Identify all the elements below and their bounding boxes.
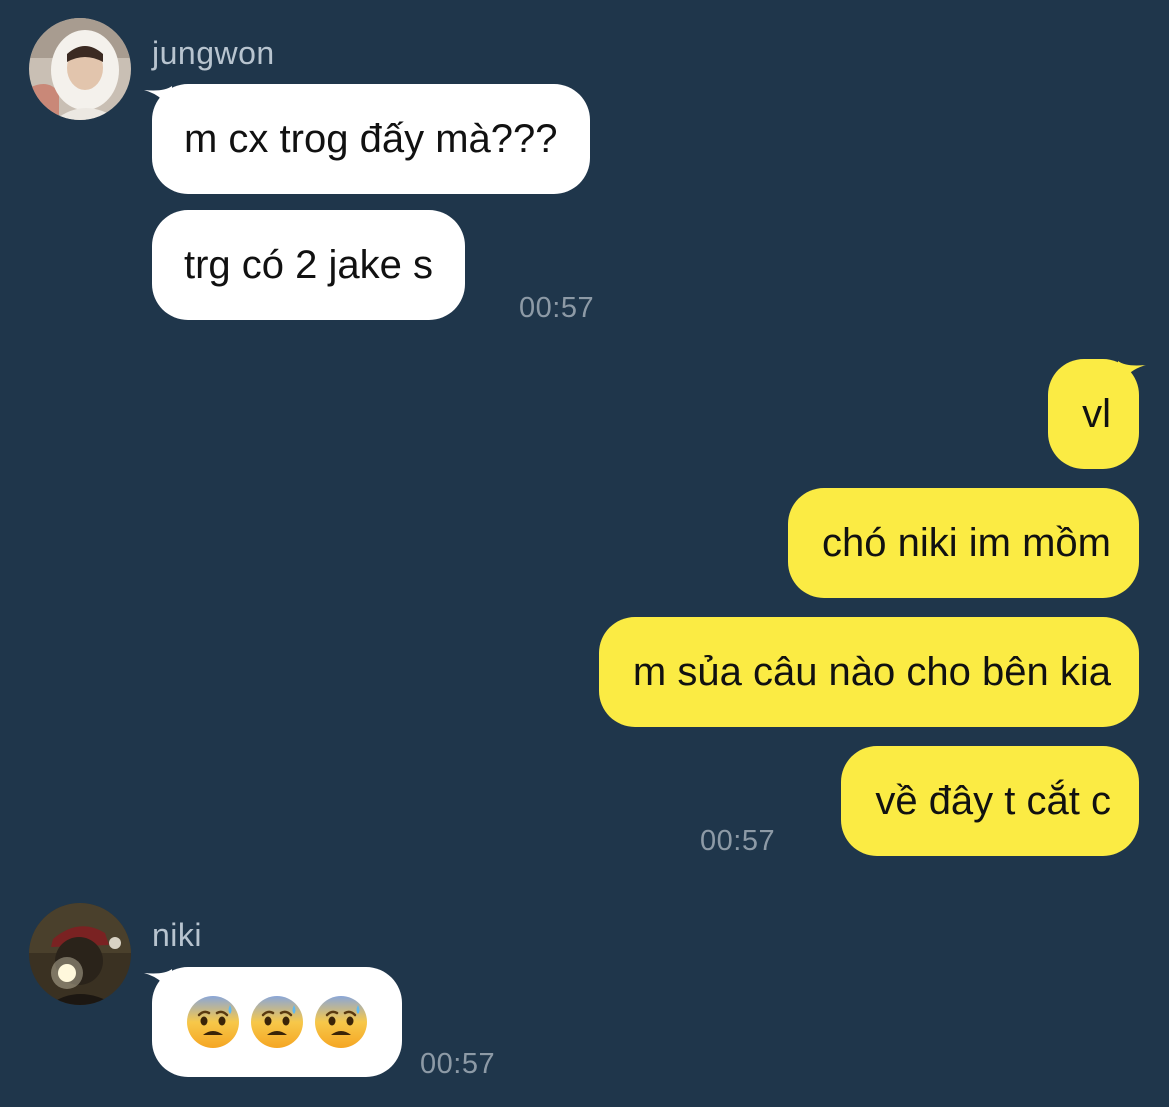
message-timestamp: 00:57 [700, 825, 776, 857]
message-bubble[interactable]: m sủa câu nào cho bên kia [598, 617, 1139, 727]
message-timestamp: 00:57 [519, 292, 595, 324]
message-bubble[interactable]: trg có 2 jake s [152, 210, 466, 320]
message-timestamp: 00:57 [420, 1048, 496, 1080]
sender-name: niki [152, 917, 203, 953]
message-bubble[interactable]: về đây t cắt c [841, 746, 1139, 856]
sender-name: jungwon [152, 35, 275, 71]
message-bubble[interactable]: m cx trog đấy mà??? [152, 84, 590, 194]
message-bubble[interactable]: chó niki im mồm [788, 488, 1139, 598]
anxious-face-with-sweat-icon [314, 995, 368, 1049]
anxious-face-with-sweat-icon [250, 995, 304, 1049]
emoji-row [186, 967, 368, 1077]
message-bubble[interactable]: vl [1048, 359, 1139, 469]
avatar-jungwon[interactable] [29, 18, 131, 120]
anxious-face-with-sweat-icon [186, 995, 240, 1049]
emoji-message-bubble[interactable] [152, 967, 402, 1077]
avatar-niki[interactable] [29, 903, 131, 1005]
